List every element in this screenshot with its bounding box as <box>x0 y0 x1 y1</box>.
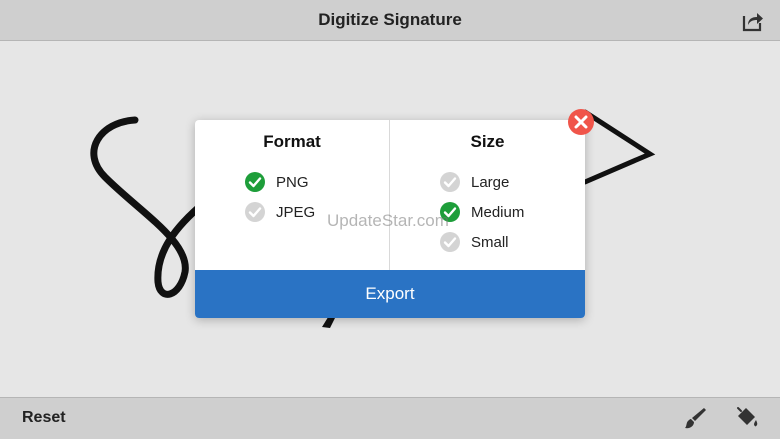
top-bar: Digitize Signature <box>0 0 780 41</box>
check-unselected-icon <box>440 172 460 192</box>
size-option-label: Large <box>471 173 510 191</box>
brush-button[interactable] <box>683 406 707 430</box>
signature-stroke-2 <box>582 109 656 185</box>
size-column: Size Large Medium Small <box>390 120 585 270</box>
close-button[interactable] <box>568 109 594 135</box>
format-option-label: JPEG <box>276 203 316 221</box>
export-button[interactable]: Export <box>195 270 585 318</box>
page-title: Digitize Signature <box>318 10 462 29</box>
size-option-large[interactable]: Large <box>440 172 509 192</box>
paint-bucket-icon <box>737 407 758 427</box>
close-icon <box>568 109 594 135</box>
share-button[interactable] <box>740 8 766 34</box>
bottom-bar: Reset <box>0 397 780 439</box>
check-selected-icon <box>245 172 265 192</box>
paint-bucket-button[interactable] <box>734 405 760 431</box>
check-unselected-icon <box>245 202 265 222</box>
size-title: Size <box>470 132 505 151</box>
format-option-label: PNG <box>276 173 309 191</box>
brush-icon <box>685 408 706 429</box>
reset-button[interactable]: Reset <box>22 409 66 427</box>
size-option-small[interactable]: Small <box>440 232 509 252</box>
size-option-label: Small <box>471 233 509 251</box>
share-icon <box>742 13 763 32</box>
format-option-png[interactable]: PNG <box>245 172 309 192</box>
format-title: Format <box>263 132 321 151</box>
format-option-jpeg[interactable]: JPEG <box>245 202 315 222</box>
signature-stroke <box>90 116 209 298</box>
check-unselected-icon <box>440 232 460 252</box>
check-selected-icon <box>440 202 460 222</box>
export-dialog: Format PNG JPEG Size Large Medium Small … <box>195 120 585 318</box>
size-option-label: Medium <box>471 203 525 221</box>
format-column: Format PNG JPEG <box>195 120 390 270</box>
size-option-medium[interactable]: Medium <box>440 202 524 222</box>
